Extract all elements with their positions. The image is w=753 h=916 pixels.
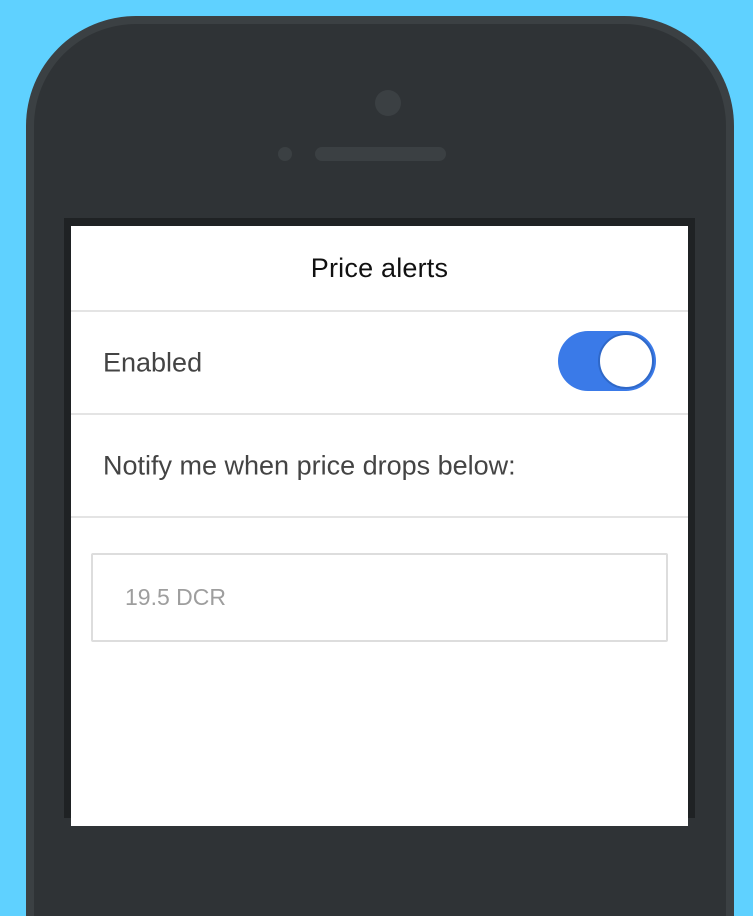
enabled-toggle[interactable] [558,331,656,391]
navigation-bar: Price alerts [71,226,688,312]
price-threshold-input[interactable] [93,555,666,640]
notify-label: Notify me when price drops below: [103,450,516,480]
proximity-sensor-icon [278,147,292,161]
front-camera-icon [375,90,401,116]
page-title: Price alerts [310,252,449,283]
toggle-knob [598,333,654,389]
enabled-label: Enabled [103,347,203,377]
app-screen: Price alerts Enabled Notify me when pric… [71,226,688,826]
notify-row: Notify me when price drops below: [71,415,688,518]
earpiece-speaker-icon [315,147,446,161]
price-input-container [91,553,668,642]
enabled-row: Enabled [71,312,688,415]
